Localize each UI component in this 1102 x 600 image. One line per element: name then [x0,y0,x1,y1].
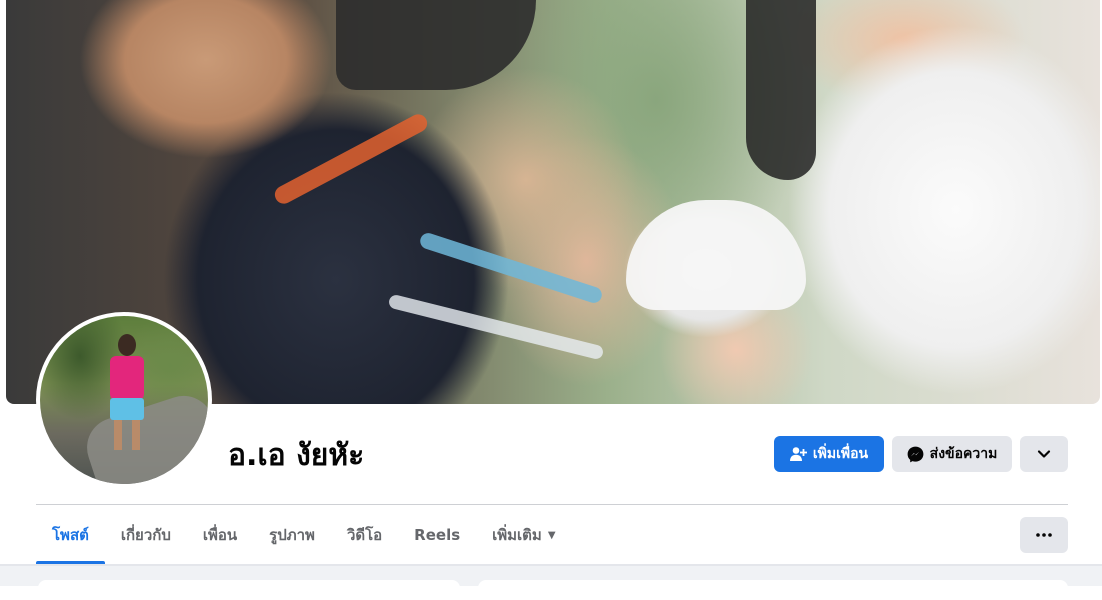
tab-label: Reels [414,526,461,544]
tab-label: รูปภาพ [269,526,315,544]
ellipsis-icon [1036,533,1052,537]
avatar-image [40,316,208,484]
send-message-button[interactable]: ส่งข้อความ [892,436,1012,472]
tab-label: เกี่ยวกับ [120,526,171,544]
avatar-person-leg [114,420,122,450]
caret-down-icon: ▼ [547,529,556,541]
tab-label: โพสต์ [52,526,89,544]
chevron-down-icon [1037,449,1051,459]
tab-about[interactable]: เกี่ยวกับ [105,506,187,564]
tab-label: เพื่อน [202,526,238,544]
tab-friends[interactable]: เพื่อน [187,506,253,564]
cover-baby-cap-shape [626,200,806,310]
avatar-person-leg [132,420,140,450]
posts-card [478,580,1068,600]
avatar-person-shirt [110,356,144,400]
cover-shirt-stripe [387,293,605,361]
cover-hair-shape [746,0,816,180]
cover-shirt-stripe [418,231,604,305]
add-friend-label: เพิ่มเพื่อน [812,446,869,462]
profile-avatar[interactable] [36,312,212,488]
tab-photos[interactable]: รูปภาพ [253,506,331,564]
profile-name: อ.เอ งัยหัะ [228,438,365,473]
person-add-icon [789,446,807,462]
tab-videos[interactable]: วิดีโอ [331,506,398,564]
send-message-label: ส่งข้อความ [929,446,998,462]
avatar-person-head [118,334,136,356]
profile-options-dropdown-button[interactable] [1020,436,1068,472]
tab-reels[interactable]: Reels [398,506,476,564]
intro-card [38,580,460,600]
tab-label: เพิ่มเติม [492,526,542,544]
header-divider [36,504,1068,505]
tab-posts[interactable]: โพสต์ [36,506,105,564]
tabs-ellipsis-button[interactable] [1020,517,1068,553]
messenger-icon [907,446,924,463]
cover-hat-shape [336,0,536,90]
avatar-person-shorts [110,398,144,420]
cover-shirt-stripe [271,111,431,207]
add-friend-button[interactable]: เพิ่มเพื่อน [774,436,884,472]
tab-more[interactable]: เพิ่มเติม ▼ [476,506,571,564]
tab-label: วิดีโอ [346,526,383,544]
profile-tabs: โพสต์ เกี่ยวกับ เพื่อน รูปภาพ วิดีโอ Ree… [36,506,572,564]
